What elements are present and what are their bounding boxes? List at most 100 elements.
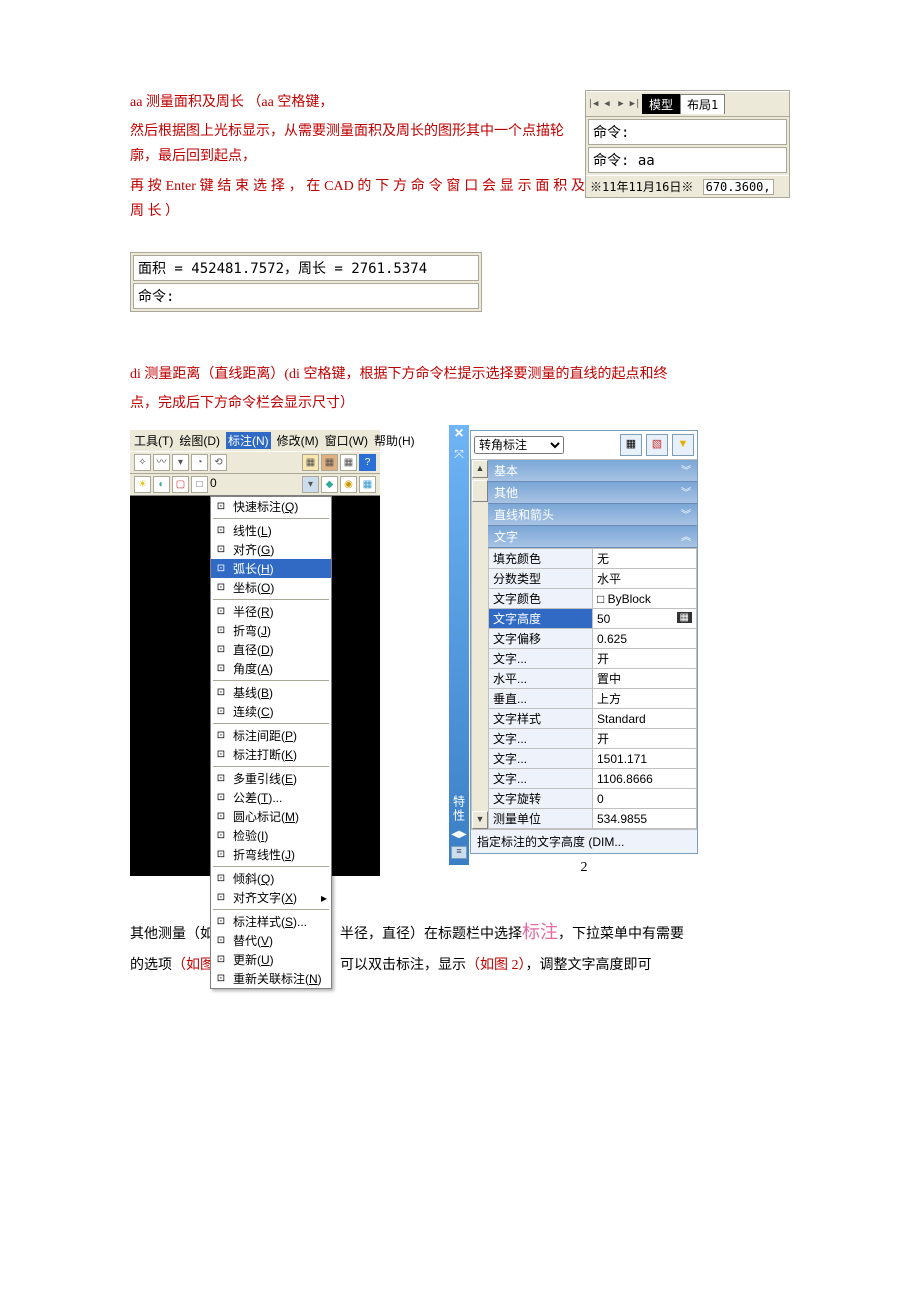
menu-tools[interactable]: 工具(T) [134, 432, 173, 449]
object-type-select[interactable]: 转角标注 [474, 436, 564, 454]
tool-icon[interactable]: ▦ [359, 476, 376, 493]
scroll-thumb[interactable] [472, 480, 488, 502]
command-line-2[interactable]: 命令: aa [588, 147, 787, 173]
menu-item[interactable]: ⊡折弯(J) [211, 621, 331, 640]
property-row[interactable]: 填充颜色无 [489, 549, 697, 569]
menu-item-label: 标注样式(S)... [233, 913, 307, 930]
menu-item[interactable]: ⊡多重引线(E) [211, 769, 331, 788]
menu-item[interactable]: ⊡线性(L) [211, 521, 331, 540]
property-row[interactable]: 垂直...上方 [489, 689, 697, 709]
menu-draw[interactable]: 绘图(D) [179, 432, 220, 449]
property-value[interactable]: 置中 [593, 669, 697, 689]
property-group-header[interactable]: 基本︾ [488, 460, 697, 482]
property-value[interactable]: 开 [593, 729, 697, 749]
property-row[interactable]: 文字旋转0 [489, 789, 697, 809]
property-group-header[interactable]: 其他︾ [488, 482, 697, 504]
menu-item-icon: ⊡ [213, 705, 229, 719]
tool-icon[interactable]: ✧ [134, 454, 151, 471]
scroll-down-icon[interactable]: ▼ [472, 811, 488, 829]
tool-icon[interactable]: ◆ [321, 476, 338, 493]
menu-item[interactable]: ⊡弧长(H) [211, 559, 331, 578]
menu-item[interactable]: ⊡对齐文字(X)▸ [211, 888, 331, 907]
property-value[interactable]: □ ByBlock [593, 589, 697, 609]
filter-icon[interactable]: ▼ [672, 434, 694, 456]
property-row[interactable]: 文字样式Standard [489, 709, 697, 729]
property-row[interactable]: 测量单位534.9855 [489, 809, 697, 829]
menu-window[interactable]: 窗口(W) [325, 432, 368, 449]
property-row[interactable]: 分数类型水平 [489, 569, 697, 589]
property-row[interactable]: 文字偏移0.625 [489, 629, 697, 649]
property-value[interactable]: 534.9855 [593, 809, 697, 829]
property-group-header[interactable]: 直线和箭头︾ [488, 504, 697, 526]
quickselect-icon[interactable]: ▧ [646, 434, 668, 456]
property-value[interactable]: 0 [593, 789, 697, 809]
menu-item[interactable]: ⊡标注打断(K) [211, 745, 331, 764]
menu-item[interactable]: ⊡倾斜(Q) [211, 869, 331, 888]
layer-icon[interactable]: ☀ [134, 476, 151, 493]
tool-icon[interactable]: ◔ [191, 454, 208, 471]
scroll-up-icon[interactable]: ▲ [472, 460, 488, 478]
tab-layout1[interactable]: 布局1 [680, 94, 725, 114]
property-row[interactable]: 文字...1106.8666 [489, 769, 697, 789]
property-value[interactable]: 上方 [593, 689, 697, 709]
menu-icon[interactable]: ≡ [451, 846, 467, 859]
layer-icon[interactable]: □ [191, 476, 208, 493]
property-row[interactable]: 文字颜色□ ByBlock [489, 589, 697, 609]
screenshot-dimension-menu: 工具(T) 绘图(D) 标注(N) 修改(M) 窗口(W) 帮助(H) ✧ 〰 … [130, 430, 380, 876]
layer-name[interactable]: 0 [210, 476, 217, 493]
tool-icon[interactable]: ▾ [172, 454, 189, 471]
menu-item[interactable]: ⊡标注间距(P) [211, 726, 331, 745]
menu-item[interactable]: ⊡半径(R) [211, 602, 331, 621]
layer-icon[interactable]: ◐ [153, 476, 170, 493]
property-row[interactable]: 文字...1501.171 [489, 749, 697, 769]
pickset-icon[interactable]: ▦ [620, 434, 642, 456]
property-row[interactable]: 文字...开 [489, 649, 697, 669]
tool-icon[interactable]: ◉ [340, 476, 357, 493]
tool-icon[interactable]: ▾ [302, 476, 319, 493]
property-value[interactable]: Standard [593, 709, 697, 729]
menu-item[interactable]: ⊡折弯线性(J) [211, 845, 331, 864]
property-row[interactable]: 文字...开 [489, 729, 697, 749]
close-icon[interactable]: × [454, 425, 463, 443]
menu-item[interactable]: ⊡圆心标记(M) [211, 807, 331, 826]
menu-help[interactable]: 帮助(H) [374, 432, 415, 449]
menu-item[interactable]: ⊡公差(T)... [211, 788, 331, 807]
menu-item[interactable]: ⊡对齐(G) [211, 540, 331, 559]
resize-icon[interactable]: ◀▶ [451, 829, 466, 840]
tool-icon[interactable]: ⟲ [210, 454, 227, 471]
tab-model[interactable]: 模型 [642, 94, 680, 114]
property-value[interactable]: 1106.8666 [593, 769, 697, 789]
menu-item[interactable]: ⊡标注样式(S)... [211, 912, 331, 931]
layer-icon[interactable]: ▢ [172, 476, 189, 493]
property-row[interactable]: 水平...置中 [489, 669, 697, 689]
property-row[interactable]: 文字高度50▦ [489, 609, 697, 629]
menu-item[interactable]: ⊡重新关联标注(N) [211, 969, 331, 988]
menu-item[interactable]: ⊡连续(C) [211, 702, 331, 721]
property-value[interactable]: 无 [593, 549, 697, 569]
menu-dimension[interactable]: 标注(N) [226, 432, 271, 449]
cmd-prompt[interactable]: 命令: [133, 283, 479, 309]
property-value[interactable]: 50▦ [593, 609, 697, 629]
tool-icon[interactable]: 〰 [153, 454, 170, 471]
property-value[interactable]: 1501.171 [593, 749, 697, 769]
menu-item-icon: ⊡ [213, 810, 229, 824]
menu-item[interactable]: ⊡更新(U) [211, 950, 331, 969]
help-icon[interactable]: ? [359, 454, 376, 471]
pin-icon[interactable]: ⤧ [454, 447, 464, 462]
menu-modify[interactable]: 修改(M) [277, 432, 319, 449]
menu-item[interactable]: ⊡替代(V) [211, 931, 331, 950]
property-group-header[interactable]: 文字︽ [488, 526, 697, 548]
menu-item[interactable]: ⊡角度(A) [211, 659, 331, 678]
scrollbar[interactable]: ▲ ▼ [471, 460, 488, 829]
property-value[interactable]: 水平 [593, 569, 697, 589]
menu-item[interactable]: ⊡检验(I) [211, 826, 331, 845]
menu-item[interactable]: ⊡直径(D) [211, 640, 331, 659]
tool-icon[interactable]: ▦ [302, 454, 319, 471]
tool-icon[interactable]: ▦ [340, 454, 357, 471]
menu-item[interactable]: ⊡基线(B) [211, 683, 331, 702]
menu-item[interactable]: ⊡快速标注(Q) [211, 497, 331, 516]
menu-item[interactable]: ⊡坐标(O) [211, 578, 331, 597]
property-value[interactable]: 开 [593, 649, 697, 669]
property-value[interactable]: 0.625 [593, 629, 697, 649]
tool-icon[interactable]: ▦ [321, 454, 338, 471]
